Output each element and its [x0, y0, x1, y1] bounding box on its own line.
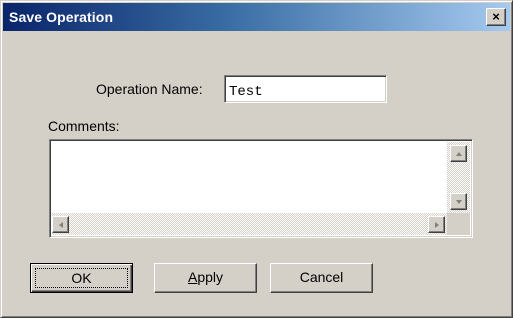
- scrollbar-corner: [447, 213, 470, 235]
- ok-button[interactable]: OK: [30, 263, 133, 293]
- comments-textarea[interactable]: [52, 142, 447, 213]
- operation-name-input[interactable]: [224, 75, 387, 103]
- dialog-title: Save Operation: [9, 9, 114, 25]
- comments-field: [49, 139, 473, 238]
- cancel-button[interactable]: Cancel: [270, 263, 373, 293]
- focus-indicator: OK: [35, 268, 128, 288]
- comments-label: Comments:: [48, 118, 120, 134]
- apply-button-label: pply: [197, 269, 224, 285]
- scroll-up-button[interactable]: [450, 145, 467, 162]
- scroll-right-button[interactable]: [428, 216, 445, 233]
- apply-button[interactable]: Apply: [154, 263, 257, 293]
- apply-mnemonic: A: [187, 269, 198, 285]
- horizontal-scrollbar[interactable]: [52, 213, 447, 235]
- title-bar[interactable]: Save Operation ×: [3, 3, 510, 31]
- close-icon: ×: [492, 9, 500, 24]
- scroll-right-arrow-icon: [435, 222, 439, 228]
- close-button[interactable]: ×: [486, 8, 506, 26]
- operation-name-label: Operation Name:: [96, 81, 203, 97]
- scroll-up-arrow-icon: [456, 152, 462, 156]
- save-operation-dialog: Save Operation × Operation Name: Comment…: [0, 0, 513, 318]
- scroll-left-button[interactable]: [52, 216, 69, 233]
- vertical-scrollbar[interactable]: [447, 142, 470, 213]
- cancel-button-label: Cancel: [299, 269, 344, 285]
- scroll-left-arrow-icon: [59, 222, 63, 228]
- scroll-down-arrow-icon: [456, 200, 462, 204]
- scroll-down-button[interactable]: [450, 193, 467, 210]
- ok-button-label: OK: [71, 270, 92, 286]
